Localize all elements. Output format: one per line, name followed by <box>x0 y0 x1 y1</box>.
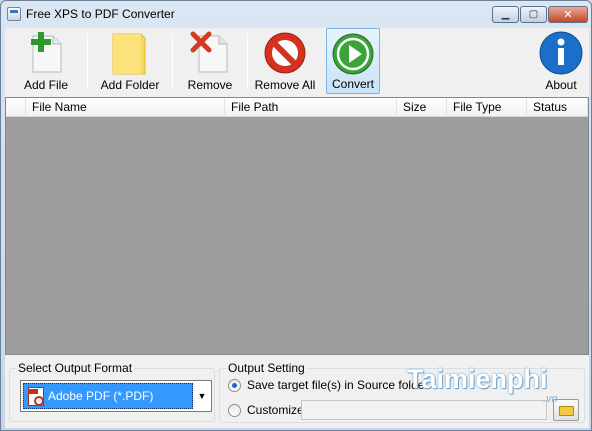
column-header-file-type[interactable]: File Type <box>447 98 527 117</box>
column-header-size[interactable]: Size <box>397 98 447 117</box>
maximize-button[interactable]: ▢ <box>520 6 547 23</box>
chevron-down-icon[interactable]: ▼ <box>193 381 211 411</box>
output-setting-title: Output Setting <box>226 361 307 375</box>
source-folder-label: Save target file(s) in Source folder <box>247 378 429 392</box>
column-header-file-name[interactable]: File Name <box>26 98 225 117</box>
add-file-button[interactable]: Add File <box>9 28 83 94</box>
file-list-header: File Name File Path Size File Type Statu… <box>6 98 588 117</box>
add-file-icon <box>31 32 62 73</box>
remove-all-button[interactable]: Remove All <box>249 28 321 94</box>
app-window: Free XPS to PDF Converter ▁ ▢ ✕ Add File <box>0 0 592 431</box>
output-format-selected: Adobe PDF (*.PDF) <box>23 383 193 409</box>
file-list[interactable]: File Name File Path Size File Type Statu… <box>5 97 589 355</box>
play-icon <box>332 33 374 75</box>
output-format-select[interactable]: Adobe PDF (*.PDF) ▼ <box>20 380 212 412</box>
add-folder-label: Add Folder <box>100 78 160 92</box>
remove-file-icon <box>190 31 228 73</box>
column-header-status[interactable]: Status <box>527 98 588 117</box>
maximize-icon: ▢ <box>528 9 539 20</box>
customize-radio[interactable] <box>228 403 241 417</box>
minimize-button[interactable]: ▁ <box>492 6 519 23</box>
remove-label: Remove <box>187 78 233 92</box>
output-format-title: Select Output Format <box>16 361 135 375</box>
toolbar-separator <box>172 34 173 90</box>
option-source-folder[interactable]: Save target file(s) in Source folder <box>228 377 428 393</box>
toolbar-separator <box>247 34 248 90</box>
close-button[interactable]: ✕ <box>548 6 588 23</box>
close-icon: ✕ <box>563 9 573 21</box>
toolbar: Add File Add Folder Remove Remove All Co… <box>5 28 589 95</box>
toolbar-separator <box>87 34 88 90</box>
watermark-domain: .vn <box>543 393 558 405</box>
add-folder-button[interactable]: Add Folder <box>91 28 169 94</box>
remove-all-icon <box>264 32 306 74</box>
option-customize[interactable]: Customize <box>228 402 304 418</box>
pdf-icon <box>28 387 44 406</box>
remove-button[interactable]: Remove <box>175 28 245 94</box>
column-header-file-path[interactable]: File Path <box>225 98 397 117</box>
folder-icon <box>112 33 146 75</box>
source-folder-radio[interactable] <box>228 378 241 392</box>
convert-button[interactable]: Convert <box>326 28 380 94</box>
title-bar: Free XPS to PDF Converter ▁ ▢ ✕ <box>1 1 591 28</box>
minimize-icon: ▁ <box>501 9 510 20</box>
output-format-value: Adobe PDF (*.PDF) <box>48 389 154 403</box>
add-file-label: Add File <box>23 78 69 92</box>
column-header-check[interactable] <box>6 98 26 117</box>
remove-all-label: Remove All <box>254 78 316 92</box>
convert-label: Convert <box>331 77 375 91</box>
custom-path-input[interactable] <box>301 400 547 420</box>
browse-folder-icon <box>559 406 574 416</box>
customize-label: Customize <box>247 403 304 417</box>
info-icon <box>539 31 583 75</box>
about-label: About <box>545 78 577 92</box>
about-button[interactable]: About <box>535 28 587 94</box>
window-title: Free XPS to PDF Converter <box>26 7 175 21</box>
app-icon <box>7 7 21 21</box>
watermark-logo: Taimienphi <box>407 364 548 394</box>
